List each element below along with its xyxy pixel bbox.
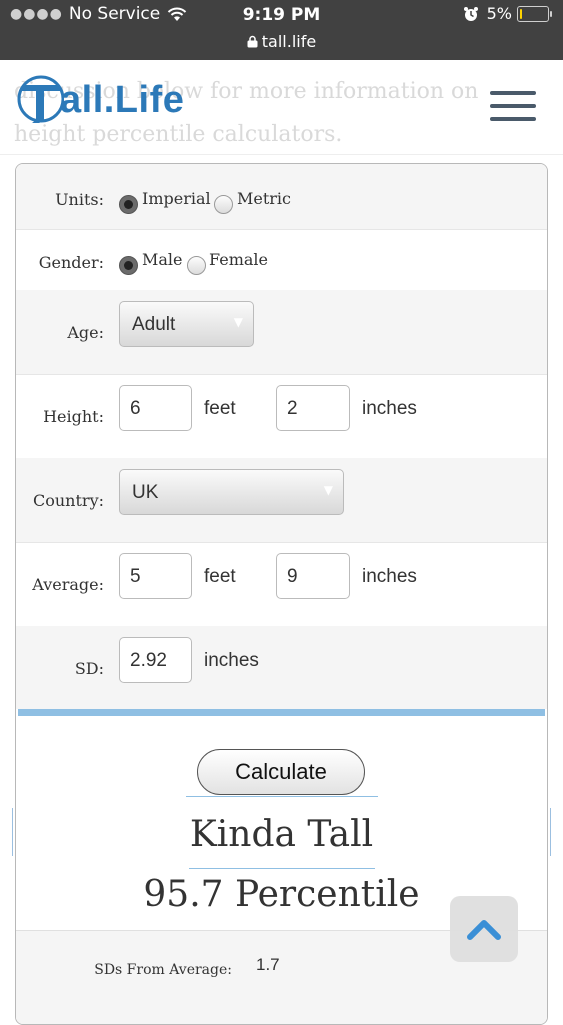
gender-female-label[interactable]: Female — [209, 250, 268, 269]
country-select-value: UK — [132, 482, 159, 503]
menu-icon[interactable] — [490, 91, 536, 121]
units-metric-label[interactable]: Metric — [237, 189, 291, 208]
result-title: Kinda Tall — [189, 814, 374, 855]
url-text: tall.life — [261, 32, 317, 51]
chevron-up-icon — [467, 920, 501, 940]
units-row: Units: Imperial Metric — [16, 164, 547, 230]
height-inches-input[interactable]: 2 — [276, 385, 350, 431]
site-header: discussion below for more information on… — [0, 60, 563, 155]
lock-icon — [247, 35, 258, 48]
average-label: Average: — [32, 575, 104, 594]
battery-icon — [517, 5, 552, 22]
height-feet-input[interactable]: 6 — [119, 385, 192, 431]
units-imperial-label[interactable]: Imperial — [142, 189, 211, 208]
side-accent-right — [550, 808, 551, 856]
age-row: Age: Adult ▼ — [16, 290, 547, 375]
sd-unit: inches — [204, 650, 259, 671]
country-select[interactable]: UK ▼ — [119, 469, 344, 515]
units-imperial-radio[interactable] — [119, 195, 138, 214]
sds-value: 1.7 — [256, 955, 280, 974]
gender-row: Gender: Male Female — [16, 229, 547, 291]
average-feet-input[interactable]: 5 — [119, 553, 192, 599]
tall-life-logo-icon — [17, 75, 64, 123]
height-feet-unit: feet — [204, 398, 236, 419]
units-label: Units: — [55, 190, 104, 209]
average-inches-unit: inches — [362, 566, 417, 587]
country-label: Country: — [33, 491, 104, 510]
gender-female-radio[interactable] — [187, 256, 206, 275]
alarm-icon — [463, 6, 478, 21]
height-row: Height: 6 feet 2 inches — [16, 374, 547, 459]
sd-input[interactable]: 2.92 — [119, 637, 192, 683]
divider-line — [189, 868, 375, 869]
gender-male-radio[interactable] — [119, 256, 138, 275]
scroll-to-top-button[interactable] — [450, 896, 518, 962]
sd-label: SD: — [74, 659, 104, 678]
age-label: Age: — [67, 323, 104, 342]
gender-male-label[interactable]: Male — [142, 250, 183, 269]
sds-label: SDs From Average: — [94, 962, 232, 978]
section-divider — [18, 709, 545, 716]
side-accent-left — [12, 808, 13, 856]
calculate-button[interactable]: Calculate — [197, 749, 365, 795]
average-feet-unit: feet — [204, 566, 236, 587]
height-label: Height: — [43, 407, 104, 426]
chevron-down-icon: ▼ — [233, 315, 243, 329]
age-select-value: Adult — [132, 314, 176, 335]
logo-text: all.Life — [60, 79, 185, 121]
gender-label: Gender: — [38, 253, 104, 272]
battery-percent: 5% — [486, 4, 512, 23]
divider-line — [186, 796, 378, 797]
address-bar[interactable]: tall.life — [0, 32, 563, 51]
height-inches-unit: inches — [362, 398, 417, 419]
average-row: Average: 5 feet 9 inches — [16, 542, 547, 627]
units-metric-radio[interactable] — [214, 195, 233, 214]
status-bar: ●●●● No Service 9:19 PM 5% tall.life — [0, 0, 563, 60]
country-row: Country: UK ▼ — [16, 458, 547, 543]
chevron-down-icon: ▼ — [323, 483, 333, 497]
age-select[interactable]: Adult ▼ — [119, 301, 254, 347]
average-inches-input[interactable]: 9 — [276, 553, 350, 599]
site-logo[interactable]: all.Life — [14, 72, 184, 124]
sd-row: SD: 2.92 inches — [16, 626, 547, 709]
status-right: 5% — [463, 4, 552, 23]
